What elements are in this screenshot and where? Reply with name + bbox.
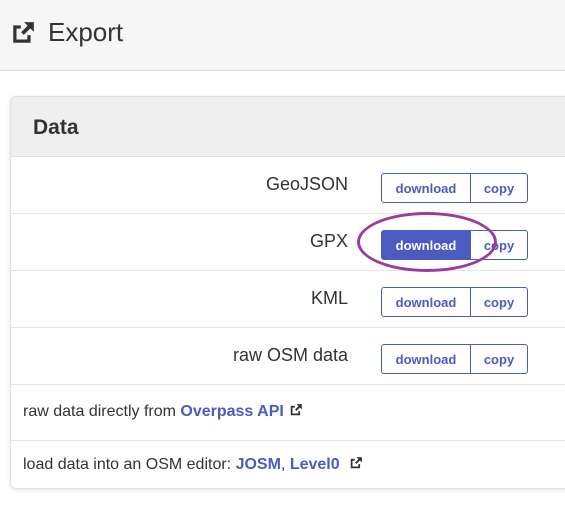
editor-text: load data into an OSM editor: JOSM, Leve…	[23, 456, 363, 474]
format-label: GeoJSON	[265, 174, 348, 194]
card-header: Data	[11, 97, 565, 157]
page-title: Export	[48, 17, 124, 47]
card-title: Data	[33, 116, 79, 139]
button-group: download copy	[381, 344, 528, 374]
format-row-raw-osm: raw OSM data download copy	[11, 328, 565, 385]
button-group: download copy	[381, 230, 528, 260]
raw-osm-copy-button[interactable]: copy	[471, 344, 528, 374]
editor-prefix: load data into an OSM editor:	[23, 456, 236, 473]
editor-row: load data into an OSM editor: JOSM, Leve…	[11, 441, 565, 488]
overpass-api-link[interactable]: Overpass API	[180, 403, 283, 420]
format-row-kml: KML download copy	[11, 271, 565, 328]
gpx-copy-button[interactable]: copy	[471, 230, 528, 260]
header-bar: Export	[0, 0, 565, 71]
level0-link[interactable]: Level0	[290, 456, 340, 473]
external-link-icon	[350, 457, 362, 469]
external-link-icon	[13, 22, 34, 43]
overpass-text: raw data directly from Overpass API	[23, 403, 303, 421]
geojson-download-button[interactable]: download	[381, 173, 471, 203]
data-card: Data GeoJSON download copy GPX download …	[10, 96, 565, 489]
editor-separator: ,	[280, 456, 290, 473]
button-group: download copy	[381, 287, 528, 317]
raw-osm-download-button[interactable]: download	[381, 344, 471, 374]
format-row-geojson: GeoJSON download copy	[11, 157, 565, 214]
button-group: download copy	[381, 173, 528, 203]
gpx-download-button[interactable]: download	[381, 230, 471, 260]
geojson-copy-button[interactable]: copy	[471, 173, 528, 203]
format-row-gpx: GPX download copy	[11, 214, 565, 271]
format-label: KML	[310, 288, 348, 308]
overpass-prefix: raw data directly from	[23, 403, 181, 420]
overpass-row: raw data directly from Overpass API	[11, 385, 565, 441]
kml-download-button[interactable]: download	[381, 287, 471, 317]
josm-link[interactable]: JOSM	[236, 456, 281, 473]
kml-copy-button[interactable]: copy	[471, 287, 528, 317]
format-label: raw OSM data	[232, 345, 348, 365]
external-link-icon	[290, 404, 302, 416]
format-label: GPX	[309, 231, 348, 251]
